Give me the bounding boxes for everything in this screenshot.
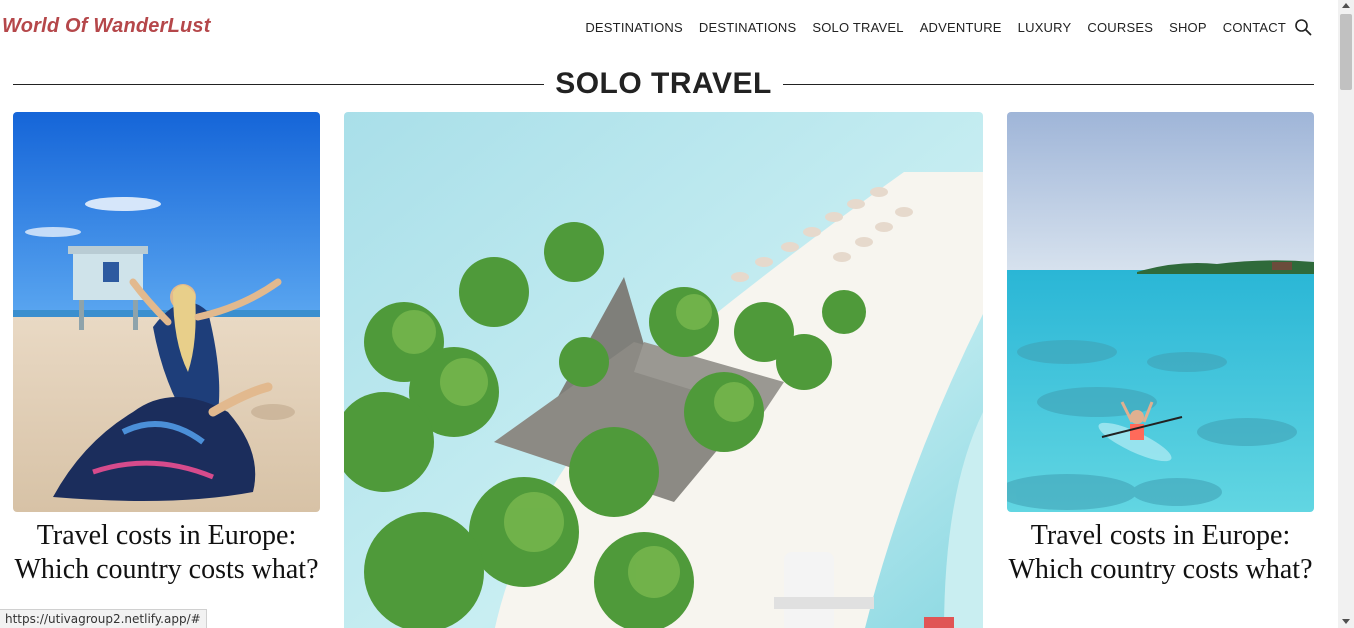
site-header: World Of WanderLust DESTINATIONS DESTINA…: [0, 0, 1338, 56]
search-icon[interactable]: [1294, 18, 1312, 36]
vertical-scrollbar[interactable]: [1338, 0, 1354, 628]
heading-rule-left: [13, 83, 545, 85]
scroll-down-arrow-icon[interactable]: [1342, 619, 1350, 624]
nav-item-destinations-2[interactable]: DESTINATIONS: [699, 20, 797, 35]
scroll-up-arrow-icon[interactable]: [1342, 3, 1350, 8]
heading-rule-right: [782, 83, 1314, 85]
card-title-left[interactable]: Travel costs in Europe: Which country co…: [13, 519, 320, 587]
site-logo[interactable]: World Of WanderLust: [2, 15, 211, 38]
nav-item-adventure[interactable]: ADVENTURE: [920, 20, 1002, 35]
card-image-beach-woman[interactable]: [13, 112, 320, 512]
nav-item-luxury[interactable]: LUXURY: [1018, 20, 1072, 35]
card-title-right[interactable]: Travel costs in Europe: Which country co…: [1007, 519, 1314, 587]
card-image-island-aerial[interactable]: [344, 112, 983, 628]
nav-item-destinations[interactable]: DESTINATIONS: [585, 20, 683, 35]
nav-item-shop[interactable]: SHOP: [1169, 20, 1207, 35]
scrollbar-thumb[interactable]: [1340, 14, 1352, 90]
section-title: SOLO TRAVEL: [555, 67, 772, 100]
nav-item-contact[interactable]: CONTACT: [1223, 20, 1286, 35]
section-heading: SOLO TRAVEL: [13, 64, 1314, 104]
nav-item-solo-travel[interactable]: SOLO TRAVEL: [812, 20, 903, 35]
main-nav: DESTINATIONS DESTINATIONS SOLO TRAVEL AD…: [569, 18, 1312, 36]
card-image-kayak-lagoon[interactable]: [1007, 112, 1314, 512]
status-bar-url: https://utivagroup2.netlify.app/#: [0, 609, 207, 628]
nav-item-courses[interactable]: COURSES: [1087, 20, 1153, 35]
